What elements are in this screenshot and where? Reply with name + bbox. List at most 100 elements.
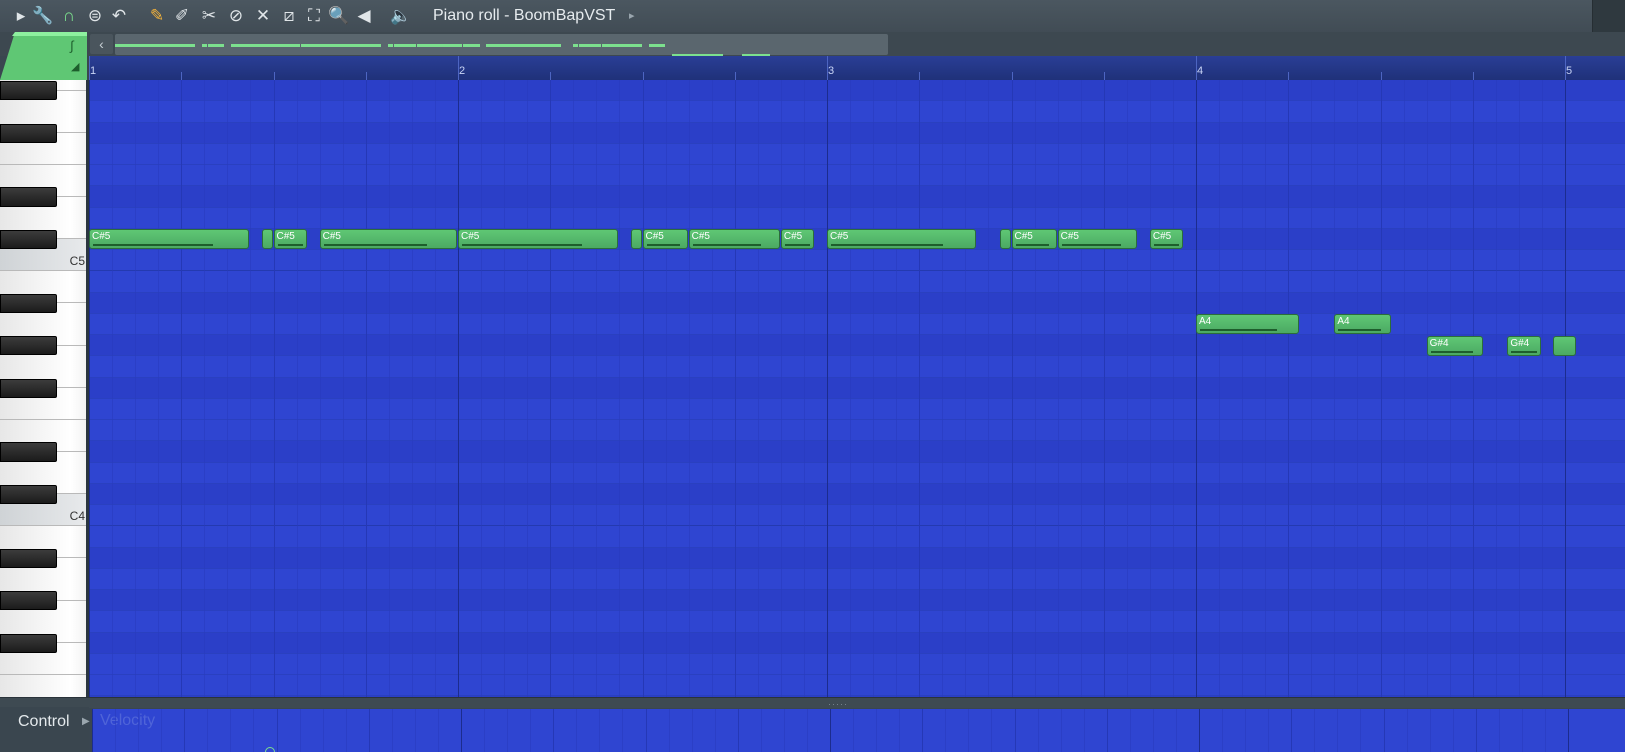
- ruler-tick: [1288, 72, 1290, 80]
- note[interactable]: A4: [1196, 314, 1299, 335]
- black-key[interactable]: [0, 548, 57, 568]
- grid-line: [158, 80, 160, 697]
- note[interactable]: C#5: [273, 229, 308, 250]
- splitter-grip-icon[interactable]: ·····: [828, 699, 848, 709]
- speaker-button[interactable]: 🔈: [390, 5, 412, 27]
- paint-brush-button[interactable]: ✐: [171, 5, 193, 27]
- grid-line: [665, 80, 667, 697]
- ruler-bar-number: 4: [1197, 65, 1204, 77]
- grid-line: [1268, 709, 1270, 752]
- note[interactable]: G#4: [1507, 335, 1541, 356]
- note[interactable]: A4: [1334, 314, 1392, 335]
- grid-line: [1060, 709, 1062, 752]
- pencil-button[interactable]: ✎: [146, 5, 168, 27]
- grid-line: [461, 709, 462, 752]
- grid-line: [296, 80, 298, 697]
- menu-arrow-button[interactable]: ▸: [10, 5, 32, 27]
- grid-line: [965, 80, 967, 697]
- magnet-button[interactable]: ∩: [58, 5, 80, 27]
- grid-line: [1357, 80, 1359, 697]
- erase-button[interactable]: ⊘: [225, 5, 247, 27]
- wrench-button[interactable]: 🔧: [32, 5, 54, 27]
- grid-line: [1219, 80, 1221, 697]
- grid-line: [1129, 709, 1131, 752]
- note[interactable]: C#5: [1011, 229, 1057, 250]
- scroll-left-button[interactable]: ‹: [90, 34, 113, 54]
- note[interactable]: C#5: [642, 229, 688, 250]
- note-label: C#5: [461, 231, 480, 243]
- window-title[interactable]: Piano roll - BoomBapVST: [433, 4, 615, 28]
- snap-menu-button[interactable]: ⊜: [84, 5, 106, 27]
- note[interactable]: C#5: [1057, 229, 1138, 250]
- grid-line: [1080, 80, 1082, 697]
- grid-line: [1521, 709, 1523, 752]
- black-key[interactable]: [0, 123, 57, 143]
- snap-curve-icon[interactable]: ∫: [70, 38, 74, 53]
- timeline-ruler[interactable]: 1 2 3 4 5: [89, 56, 1625, 81]
- grid-line: [830, 709, 831, 752]
- control-menu-arrow-icon[interactable]: ▶: [82, 716, 90, 727]
- delete-tool-button[interactable]: ✂: [198, 5, 220, 27]
- note[interactable]: [630, 229, 642, 250]
- note[interactable]: [999, 229, 1011, 250]
- black-key[interactable]: [0, 633, 57, 653]
- control-label[interactable]: Control: [18, 713, 70, 731]
- velocity-marker[interactable]: [265, 747, 275, 752]
- note[interactable]: [261, 229, 273, 250]
- note[interactable]: C#5: [319, 229, 457, 250]
- overview-note: [648, 43, 666, 47]
- select-button[interactable]: ⛶: [303, 5, 325, 27]
- zoom-button[interactable]: 🔍: [328, 5, 350, 27]
- black-key[interactable]: [0, 442, 57, 462]
- grid-line: [876, 709, 878, 752]
- note[interactable]: C#5: [827, 229, 976, 250]
- note-velocity-bar: [831, 244, 943, 247]
- note-label: C#5: [92, 231, 111, 243]
- black-key[interactable]: [0, 336, 57, 356]
- grid-line: [319, 80, 321, 697]
- note-grid[interactable]: C#5 C#5 C#5 C#5 C#5 C#5 C#5 C#5 C#5 C#5 C#5 A4 A4 G#4…: [89, 80, 1625, 697]
- grid-line: [368, 709, 370, 752]
- undo-button[interactable]: ↶: [108, 5, 130, 27]
- velocity-lane[interactable]: Velocity: [92, 709, 1625, 752]
- note-velocity-bar: [1430, 350, 1474, 353]
- grid-line: [1498, 709, 1500, 752]
- black-key[interactable]: [0, 293, 57, 313]
- snap-triangle-icon[interactable]: ◢: [71, 60, 79, 73]
- grid-line: [553, 709, 555, 752]
- black-key[interactable]: [0, 229, 57, 249]
- grid-line: [507, 709, 509, 752]
- slice-icon: ⧄: [283, 6, 295, 25]
- grid-line: [112, 80, 114, 697]
- erase-icon: ⊘: [228, 6, 244, 25]
- grid-line: [642, 80, 644, 697]
- grid-line: [322, 709, 324, 752]
- overview-scrollbar[interactable]: [115, 34, 888, 59]
- note[interactable]: C#5: [89, 229, 250, 250]
- note[interactable]: [1553, 335, 1576, 356]
- piano-keyboard[interactable]: C5 C4: [0, 80, 89, 697]
- white-key[interactable]: [0, 675, 88, 697]
- title-menu-arrow-icon[interactable]: ▸: [629, 4, 635, 28]
- black-key[interactable]: [0, 484, 57, 504]
- grid-line: [873, 80, 875, 697]
- note[interactable]: G#4: [1426, 335, 1484, 356]
- note-label: C#5: [783, 231, 803, 243]
- grid-line: [227, 80, 229, 697]
- grid-line: [365, 80, 367, 697]
- black-key[interactable]: [0, 378, 57, 398]
- black-key[interactable]: [0, 81, 57, 101]
- grid-line: [942, 80, 944, 697]
- grid-line: [89, 80, 90, 697]
- mute-button[interactable]: ✕: [252, 5, 274, 27]
- playback-button[interactable]: ◀: [353, 5, 375, 27]
- note[interactable]: C#5: [458, 229, 619, 250]
- slice-button[interactable]: ⧄: [278, 5, 300, 27]
- note[interactable]: C#5: [688, 229, 780, 250]
- black-key[interactable]: [0, 591, 57, 611]
- note[interactable]: C#5: [1149, 229, 1184, 250]
- note[interactable]: C#5: [780, 229, 815, 250]
- grid-line: [1265, 80, 1267, 697]
- event-editor-splitter[interactable]: [0, 697, 1625, 708]
- black-key[interactable]: [0, 187, 57, 207]
